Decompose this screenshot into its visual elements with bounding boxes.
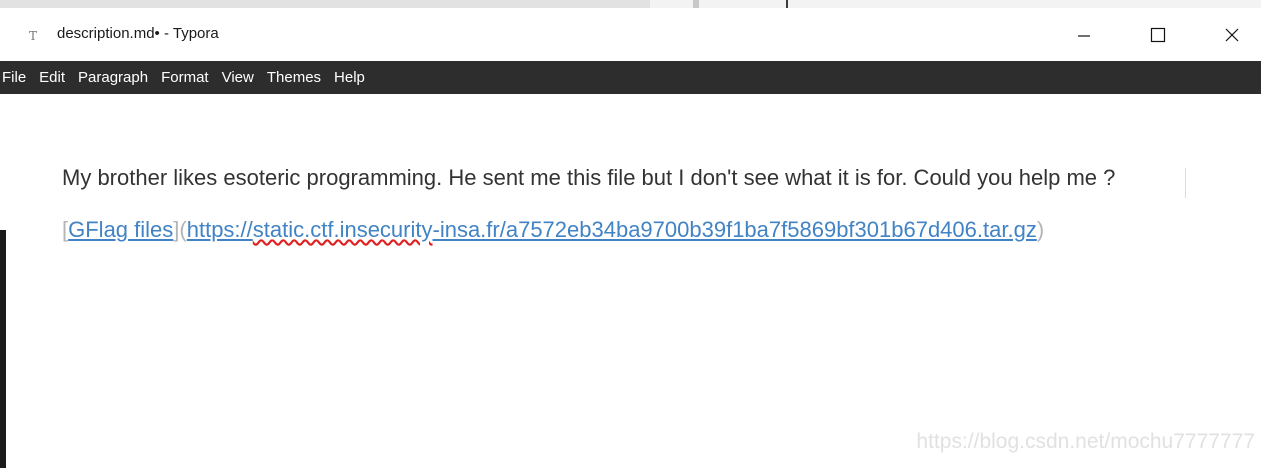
desktop-background-edge — [0, 230, 6, 468]
typora-window: T description.md• - Typora File Edit Par… — [0, 0, 1261, 468]
editor-content[interactable]: My brother likes esoteric programming. H… — [62, 160, 1222, 270]
link-bracket-paren: ]( — [173, 217, 187, 242]
desktop-background-strip — [0, 0, 1261, 12]
menu-themes[interactable]: Themes — [261, 69, 327, 86]
window-title: description.md• - Typora — [57, 25, 219, 42]
link-text[interactable]: GFlag files — [68, 217, 173, 242]
link-url-prefix[interactable]: https:// — [187, 217, 253, 242]
link-close-paren: ) — [1036, 217, 1045, 242]
link-url-misspelled[interactable]: static.ctf.insecurity — [253, 217, 433, 242]
maximize-icon — [1150, 27, 1166, 42]
link-url-rest[interactable]: -insa.fr/a7572eb34ba9700b39f1ba7f5869bf3… — [433, 217, 1037, 242]
menu-paragraph[interactable]: Paragraph — [72, 69, 154, 86]
menu-help[interactable]: Help — [328, 69, 371, 86]
title-bar[interactable]: T description.md• - Typora — [0, 8, 1261, 61]
minimize-button[interactable] — [1054, 8, 1114, 61]
menu-edit[interactable]: Edit — [33, 69, 71, 86]
minimize-icon — [1078, 34, 1090, 37]
close-icon — [1225, 28, 1239, 41]
description-paragraph[interactable]: My brother likes esoteric programming. H… — [62, 160, 1192, 196]
menu-bar: File Edit Paragraph Format View Themes H… — [0, 61, 1261, 94]
typora-icon: T — [28, 29, 37, 43]
menu-format[interactable]: Format — [155, 69, 215, 86]
close-button[interactable] — [1202, 8, 1261, 61]
maximize-button[interactable] — [1128, 8, 1188, 61]
watermark: https://blog.csdn.net/mochu7777777 — [916, 430, 1255, 453]
menu-view[interactable]: View — [216, 69, 260, 86]
markdown-link[interactable]: [GFlag files](https://static.ctf.insecur… — [62, 212, 1222, 248]
menu-file[interactable]: File — [0, 69, 32, 86]
